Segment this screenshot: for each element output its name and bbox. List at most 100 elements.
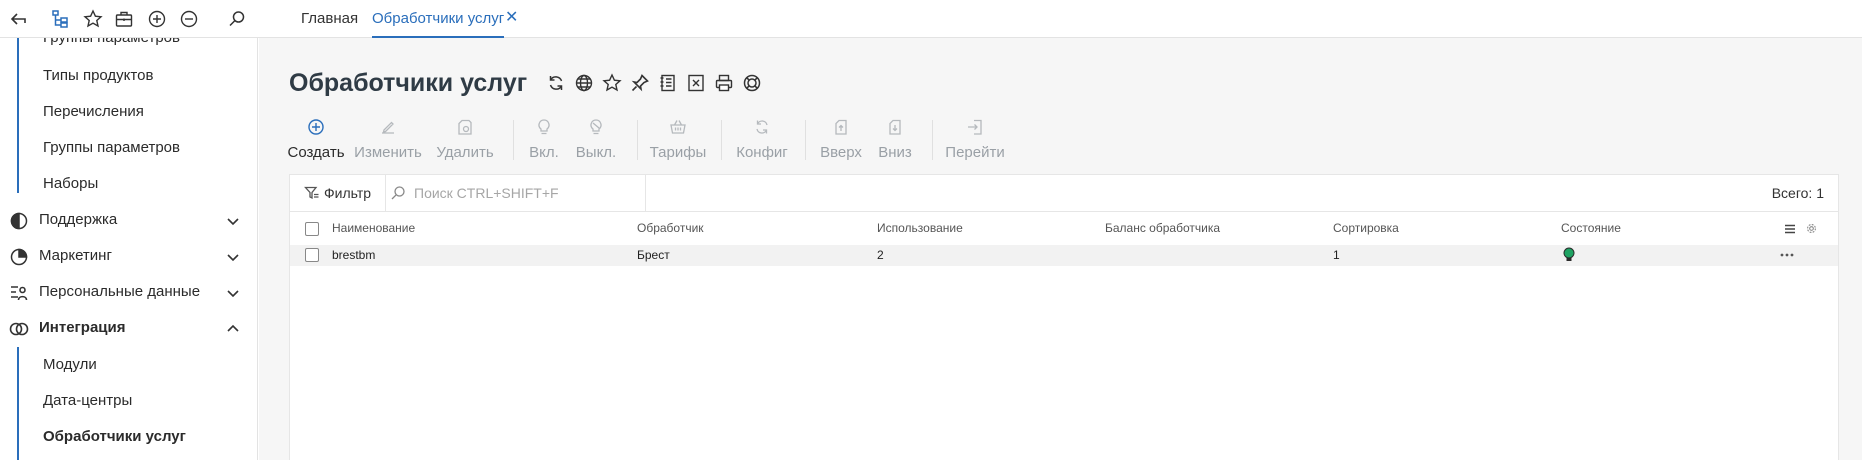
config-button-label: Конфиг (736, 144, 788, 161)
enable-button[interactable]: Вкл. (527, 110, 561, 170)
chevron-down-icon (227, 254, 239, 262)
close-tab-icon[interactable]: ✕ (505, 0, 518, 38)
config-icon (756, 120, 768, 134)
bulb-off-icon (590, 119, 602, 135)
star-icon[interactable] (81, 7, 105, 31)
add-circle-icon[interactable] (145, 7, 169, 31)
disable-button[interactable]: Выкл. (575, 110, 617, 170)
personal-data-icon (11, 286, 28, 301)
sidebar-section-marketing[interactable]: Маркетинг (0, 242, 257, 272)
delete-button-label: Удалить (436, 144, 494, 161)
row-checkbox[interactable] (305, 248, 319, 262)
grid-panel: Фильтр Всего: 1 Наименование Обработчик … (289, 174, 1839, 460)
search-field (390, 178, 630, 208)
delete-icon (458, 119, 472, 135)
sidebar-item-service-handlers[interactable]: Обработчики услуг (43, 428, 186, 445)
document-icon[interactable] (657, 71, 679, 95)
print-icon[interactable] (713, 71, 735, 95)
tariffs-button-label: Тарифы (649, 144, 707, 161)
filter-button[interactable]: Фильтр (304, 183, 371, 203)
table-row[interactable]: brestbm Брест 2 1 (290, 245, 1838, 266)
globe-icon[interactable] (573, 71, 595, 95)
move-down-button-label: Вниз (878, 144, 912, 161)
delete-button[interactable]: Удалить (436, 110, 494, 170)
filter-bar: Фильтр Всего: 1 (290, 175, 1838, 212)
sidebar-section-label: Персональные данные (39, 283, 201, 300)
move-up-button-label: Вверх (820, 144, 862, 161)
column-header-balance[interactable]: Баланс обработчика (1105, 221, 1220, 235)
column-header-sort[interactable]: Сортировка (1333, 221, 1399, 235)
toolbar-separator (932, 120, 933, 160)
create-button-label: Создать (287, 144, 345, 161)
filter-icon (304, 186, 319, 200)
table-header: Наименование Обработчик Использование Ба… (290, 212, 1838, 245)
toolbar-separator (513, 120, 514, 160)
pin-icon[interactable] (629, 71, 651, 95)
excel-icon[interactable] (685, 71, 707, 95)
top-bar: Главная Обработчики услуг ✕ (0, 0, 1862, 38)
chevron-down-icon (227, 218, 239, 226)
main-content: Обработчики услуг Создать Изменить Удали… (259, 38, 1862, 460)
sidebar-section-personal-data[interactable]: Персональные данные (0, 278, 257, 308)
tab-service-handlers[interactable]: Обработчики услуг (372, 0, 505, 38)
row-more-icon[interactable] (1780, 253, 1794, 257)
move-up-button[interactable]: Вверх (819, 110, 863, 170)
sidebar-section-label: Поддержка (39, 211, 118, 228)
sidebar-item-enumerations[interactable]: Перечисления (43, 103, 144, 120)
edit-button[interactable]: Изменить (354, 110, 422, 170)
sidebar-item-partial[interactable]: Группы параметров (43, 38, 180, 46)
help-icon[interactable] (741, 71, 763, 95)
goto-button[interactable]: Перейти (945, 110, 1005, 170)
cell-handler: Брест (637, 248, 670, 262)
search-icon[interactable] (225, 7, 249, 31)
up-icon (835, 119, 847, 135)
title-actions (545, 71, 763, 95)
support-icon (10, 212, 28, 230)
bulb-on-icon (538, 119, 550, 135)
edit-button-label: Изменить (354, 144, 422, 161)
star-icon[interactable] (601, 71, 623, 95)
config-button[interactable]: Конфиг (735, 110, 789, 170)
sidebar-subnav-line-bottom (17, 347, 19, 460)
move-down-button[interactable]: Вниз (875, 110, 915, 170)
state-active-bulb-icon (1563, 247, 1575, 261)
sidebar-item-parameter-groups[interactable]: Группы параметров (43, 139, 180, 156)
sidebar: Группы параметров Типы продуктов Перечис… (0, 38, 258, 460)
sidebar-item-product-types[interactable]: Типы продуктов (43, 67, 153, 84)
briefcase-icon[interactable] (112, 7, 136, 31)
settings-gear-icon[interactable] (1806, 223, 1817, 234)
cell-name: brestbm (332, 248, 376, 262)
tariffs-button[interactable]: Тарифы (649, 110, 707, 170)
sidebar-item-data-centers[interactable]: Дата-центры (43, 392, 132, 409)
integration-icon (9, 322, 29, 336)
column-header-handler[interactable]: Обработчик (637, 221, 704, 235)
toolbar-separator (721, 120, 722, 160)
search-separator (645, 175, 646, 212)
create-button[interactable]: Создать (287, 110, 345, 170)
back-arrow-icon[interactable] (7, 7, 31, 31)
toolbar-separator (805, 120, 806, 160)
sidebar-section-support[interactable]: Поддержка (0, 206, 257, 236)
filter-separator (385, 175, 386, 212)
remove-circle-icon[interactable] (177, 7, 201, 31)
goto-button-label: Перейти (945, 144, 1005, 161)
tree-icon[interactable] (49, 7, 73, 31)
page-title: Обработчики услуг (289, 69, 528, 97)
goto-icon (968, 119, 982, 135)
marketing-icon (10, 248, 28, 266)
tab-home[interactable]: Главная (301, 0, 358, 38)
column-header-state[interactable]: Состояние (1561, 221, 1621, 235)
cell-usage: 2 (877, 248, 884, 262)
column-header-name[interactable]: Наименование (332, 221, 415, 235)
sidebar-section-integration[interactable]: Интеграция (0, 314, 257, 344)
sidebar-item-sets[interactable]: Наборы (43, 175, 98, 192)
sidebar-item-modules[interactable]: Модули (43, 356, 97, 373)
sidebar-subnav-line-top (17, 38, 19, 193)
search-input[interactable] (414, 185, 614, 201)
toolbar-separator (637, 120, 638, 160)
select-all-checkbox[interactable] (305, 222, 319, 236)
column-header-usage[interactable]: Использование (877, 221, 963, 235)
columns-menu-icon[interactable] (1784, 224, 1796, 234)
chevron-up-icon (227, 324, 239, 332)
refresh-icon[interactable] (545, 71, 567, 95)
